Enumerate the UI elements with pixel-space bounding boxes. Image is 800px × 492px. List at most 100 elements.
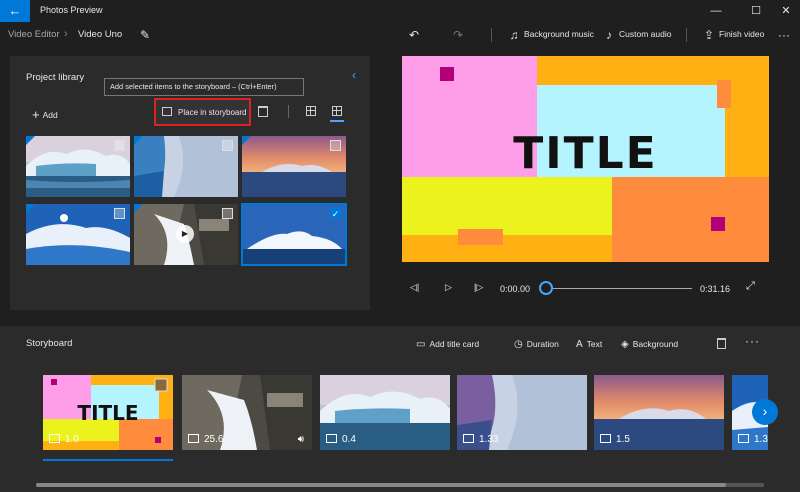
maximize-button[interactable]: ☐	[740, 2, 772, 20]
breadcrumb-video-editor[interactable]: Video Editor	[8, 29, 60, 40]
storyboard-panel: Storyboard ▭ Add title card ◷ Duration A Te…	[0, 326, 800, 492]
trash-icon[interactable]	[717, 338, 726, 349]
more-options-icon[interactable]: ···	[745, 334, 760, 348]
preview-title-text: TITLE	[513, 128, 658, 179]
active-view-indicator	[330, 120, 344, 122]
minimize-button[interactable]: —	[700, 2, 732, 20]
play-icon[interactable]: ▷	[445, 282, 452, 293]
custom-audio-button[interactable]: Custom audio	[619, 29, 671, 39]
toolbar-divider	[686, 28, 687, 42]
clip-duration: 1.5	[600, 433, 630, 445]
toolbar: Video Editor › Video Uno ✎ ↶ ↷ ♫ Backgro…	[0, 22, 800, 48]
add-label: Add	[42, 110, 58, 120]
storyboard-clip[interactable]: 25.6 🔊︎	[182, 375, 312, 450]
new-item-corner	[26, 136, 35, 145]
select-checkbox[interactable]	[114, 140, 125, 151]
select-checkbox[interactable]	[330, 140, 341, 151]
app-title: Photos Preview	[40, 5, 103, 15]
place-in-storyboard-button[interactable]: Place in storyboard	[154, 98, 251, 126]
trash-icon[interactable]	[258, 106, 268, 117]
play-icon: ▶	[176, 225, 194, 243]
library-item[interactable]	[134, 136, 238, 197]
back-button[interactable]: ←	[0, 0, 30, 22]
clock-icon: ◷	[514, 339, 523, 350]
clip-duration-value: 1.5	[616, 434, 630, 445]
clip-duration-value: 1.0	[65, 434, 79, 445]
storyboard-clip[interactable]: TITLE 1.0	[43, 375, 173, 450]
library-item[interactable]: ▶	[134, 204, 238, 265]
storyboard-scrollbar-thumb[interactable]	[36, 483, 726, 487]
duration-button[interactable]: ◷ Duration	[514, 339, 559, 350]
place-in-storyboard-tooltip: Add selected items to the storyboard – (…	[104, 78, 304, 96]
breadcrumb-project-name: Video Uno	[78, 29, 123, 40]
title-card-icon: ▭	[416, 339, 426, 350]
video-icon	[188, 434, 199, 443]
redo-icon[interactable]: ↷	[449, 26, 467, 44]
title-bar: ← Photos Preview — ☐ ✕	[0, 0, 800, 22]
volume-icon[interactable]: 🔊︎	[298, 434, 304, 445]
clip-title-text: TITLE	[77, 401, 139, 425]
fullscreen-icon[interactable]: ⤢	[746, 280, 755, 293]
chevron-right-icon: ›	[762, 403, 768, 419]
background-button[interactable]: ◈ Background	[621, 339, 678, 350]
storyboard-clip[interactable]: 0.4	[320, 375, 450, 450]
seek-bar[interactable]	[546, 288, 692, 289]
select-checkbox[interactable]	[114, 208, 125, 219]
new-item-corner	[134, 204, 143, 213]
music-note-icon: ♫	[509, 28, 519, 42]
more-options-icon[interactable]: ···	[775, 26, 793, 44]
clip-duration: 1.3	[738, 433, 768, 445]
seek-handle[interactable]	[539, 281, 553, 295]
project-library-panel: Project library ‹ Add selected items to …	[10, 56, 370, 310]
library-item[interactable]	[26, 136, 130, 197]
playback-controls: ◁| ▷ |▷ 0:00.00 0:31.16 ⤢	[402, 278, 769, 300]
minimize-icon: —	[710, 5, 722, 17]
image-icon	[600, 434, 611, 443]
library-item[interactable]	[242, 136, 346, 197]
project-library-title: Project library	[26, 72, 85, 83]
clip-duration: 0.4	[326, 433, 356, 445]
storyboard-clip[interactable]: 1.5	[594, 375, 724, 450]
clip-duration-value: 1.3	[754, 434, 768, 445]
select-checkbox[interactable]: ✓	[330, 208, 341, 219]
scroll-right-button[interactable]: ›	[752, 399, 778, 425]
selected-clip-indicator	[43, 459, 173, 461]
image-icon	[49, 434, 60, 443]
next-frame-icon[interactable]: |▷	[474, 282, 483, 293]
background-label: Background	[632, 339, 679, 349]
rename-pencil-icon[interactable]: ✎	[136, 26, 154, 44]
small-grid-view-icon[interactable]	[332, 106, 342, 116]
select-checkbox[interactable]	[222, 208, 233, 219]
collapse-panel-icon[interactable]: ‹	[352, 68, 356, 82]
finish-video-button[interactable]: Finish video	[719, 29, 764, 39]
custom-audio-icon: ♪	[606, 28, 612, 42]
plus-icon: +	[32, 107, 40, 122]
view-divider	[288, 105, 289, 118]
previous-frame-icon[interactable]: ◁|	[410, 282, 419, 293]
close-icon: ✕	[781, 5, 791, 17]
image-icon	[463, 434, 474, 443]
storyboard-clip[interactable]: 1.33	[457, 375, 587, 450]
total-time: 0:31.16	[700, 284, 731, 294]
close-button[interactable]: ✕	[770, 2, 800, 20]
maximize-icon: ☐	[751, 5, 761, 17]
add-button[interactable]: + Add	[32, 106, 58, 122]
select-checkbox[interactable]	[222, 140, 233, 151]
clip-duration: 1.33	[463, 433, 498, 445]
clip-duration: 25.6	[188, 433, 223, 445]
undo-icon[interactable]: ↶	[405, 26, 423, 44]
place-in-storyboard-icon	[162, 107, 172, 116]
image-icon	[326, 434, 337, 443]
clip-duration-value: 1.33	[479, 434, 499, 445]
breadcrumb-chevron-icon: ›	[64, 28, 68, 40]
text-button[interactable]: A Text	[576, 339, 602, 350]
storyboard-title: Storyboard	[26, 338, 73, 349]
library-item[interactable]: ✓	[241, 203, 347, 266]
large-grid-view-icon[interactable]	[306, 106, 316, 116]
text-icon: A	[576, 339, 583, 350]
new-item-corner	[134, 136, 143, 145]
background-music-button[interactable]: Background music	[524, 29, 594, 39]
library-item[interactable]	[26, 204, 130, 265]
current-time: 0:00.00	[500, 284, 531, 294]
add-title-card-button[interactable]: ▭ Add title card	[416, 339, 479, 350]
